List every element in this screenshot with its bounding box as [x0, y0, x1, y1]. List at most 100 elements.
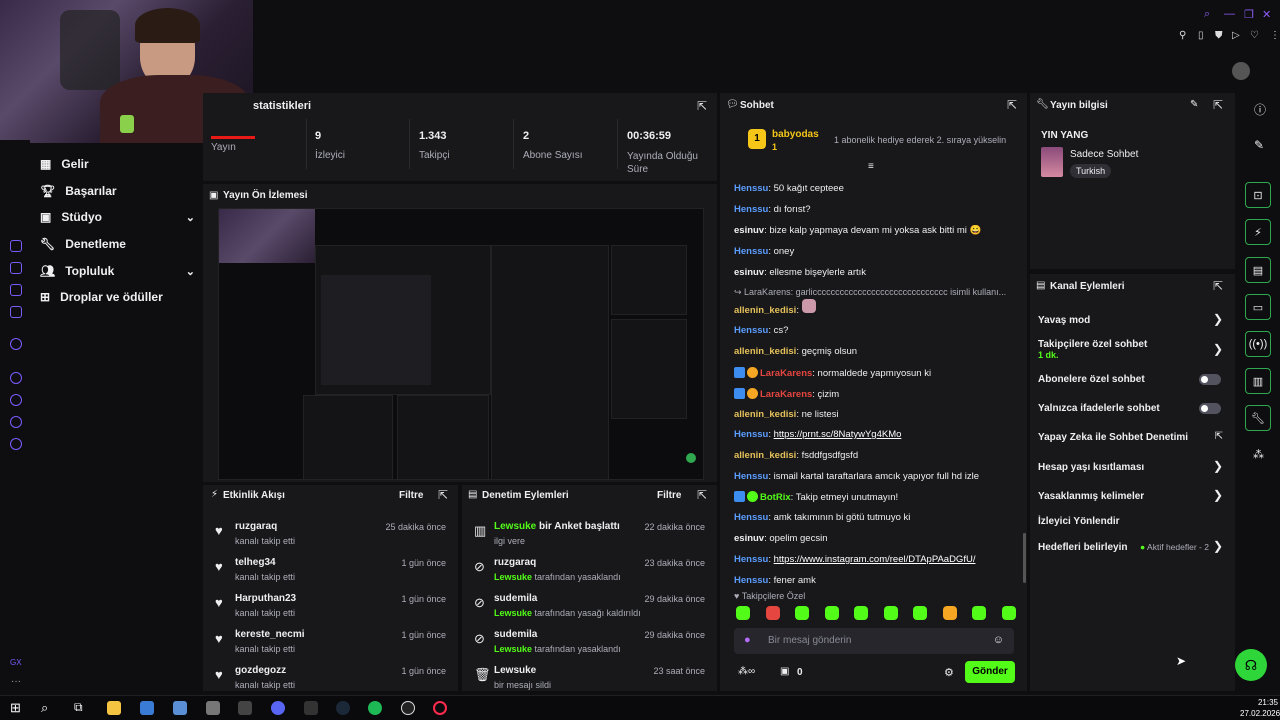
obs-icon[interactable] — [401, 701, 415, 715]
preview-video[interactable] — [218, 208, 704, 480]
search-icon[interactable]: ⌕ — [1204, 8, 1210, 21]
app-icon[interactable] — [238, 701, 252, 715]
nav-item-denetleme[interactable]: 🔧︎ Denetleme — [40, 237, 195, 251]
emoji-icon[interactable]: ☺ — [993, 634, 1004, 646]
chat-input-box[interactable]: ● Bir mesaj gönderin ☺ — [734, 628, 1014, 654]
broadcast-icon[interactable]: ((•)) — [1245, 331, 1271, 357]
bookmark-icon[interactable]: ▯ — [1198, 30, 1204, 41]
emote-icon[interactable] — [913, 606, 928, 620]
spotify-icon[interactable] — [368, 701, 382, 715]
app-icon[interactable] — [206, 701, 220, 715]
edit-icon[interactable]: ✎ — [1190, 99, 1198, 110]
list-item[interactable]: ⊘ sudemila Lewsuke tarafından yasağı kal… — [462, 591, 717, 627]
emote-icon[interactable] — [972, 606, 987, 620]
chat-link[interactable]: https://prnt.sc/8NatywYg4KMo — [774, 429, 902, 440]
opera-gx-icon[interactable] — [433, 701, 447, 715]
more-icon[interactable]: ··· — [11, 676, 21, 687]
rail-icon[interactable] — [10, 438, 22, 450]
banned-words-row[interactable]: Yasaklanmış kelimeler — [1038, 491, 1228, 502]
settings-icon[interactable]: ⚙ — [944, 666, 954, 679]
emote-icon[interactable] — [854, 606, 869, 620]
rail-icon[interactable] — [10, 372, 22, 384]
list-item[interactable]: 🗑︎ Lewsuke bir mesajı sildi 23 saat önce — [462, 663, 717, 699]
pin-icon[interactable]: ≡ — [868, 161, 874, 172]
rail-icon[interactable] — [10, 284, 22, 296]
followers-only-row[interactable]: Takipçilere özel sohbet 1 dk. — [1038, 339, 1228, 361]
expand-icon[interactable]: ⇱ — [1007, 98, 1017, 112]
external-link-icon[interactable]: ⇱ — [1215, 431, 1223, 442]
search-icon[interactable]: ⌕ — [41, 700, 48, 716]
discord-icon[interactable] — [271, 701, 285, 715]
file-explorer-icon[interactable] — [107, 701, 121, 715]
expand-icon[interactable]: ⇱ — [697, 488, 707, 502]
more-icon[interactable]: ⋮ — [1270, 30, 1280, 41]
minimize-icon[interactable]: — — [1224, 8, 1235, 20]
play-icon[interactable]: ▷ — [1232, 30, 1240, 41]
close-icon[interactable]: ✕ — [1262, 8, 1271, 21]
nav-item-droplar[interactable]: ⊞ Droplar ve ödüller — [40, 290, 195, 304]
expand-icon[interactable]: ⇱ — [1213, 98, 1223, 112]
list-item[interactable]: ♥ kereste_necmi kanalı takip etti 1 gün … — [203, 627, 458, 663]
pinned-gifter[interactable]: 1 babyodas 1 1 abonelik hediye ederek 2.… — [748, 127, 1018, 155]
expand-icon[interactable]: ⇱ — [697, 99, 707, 113]
nav-item-gelir[interactable]: ▦ Gelir — [40, 157, 195, 171]
ai-moderation-row[interactable]: Yapay Zeka ile Sohbet Denetimi — [1038, 432, 1228, 443]
list-item[interactable]: ⊘ ruzgaraq Lewsuke tarafından yasaklandı… — [462, 555, 717, 591]
rail-icon[interactable] — [10, 416, 22, 428]
app-icon[interactable] — [173, 701, 187, 715]
list-item[interactable]: ♥ telheg34 kanalı takip etti 1 gün önce — [203, 555, 458, 591]
profile-avatar[interactable] — [1232, 62, 1250, 80]
emotes-only-toggle[interactable] — [1199, 403, 1221, 414]
pin-icon[interactable]: ⚲ — [1179, 30, 1186, 41]
notes-icon[interactable]: ▤ — [1245, 257, 1271, 283]
account-age-row[interactable]: Hesap yaşı kısıtlaması — [1038, 462, 1228, 473]
list-item[interactable]: ♥ Harputhan23 kanalı takip etti 1 gün ön… — [203, 591, 458, 627]
emote-icon[interactable] — [824, 606, 839, 620]
list-item[interactable]: ▥ Lewsuke bir Anket başlattı ilgi vere 2… — [462, 519, 717, 555]
activity-filter-button[interactable]: Filtre — [399, 490, 423, 501]
redirect-viewers-row[interactable]: İzleyici Yönlendir — [1038, 516, 1228, 527]
nav-item-topluluk[interactable]: 👥︎ Topluluk ⌄ — [40, 264, 195, 278]
nav-item-studyo[interactable]: ▣ Stüdyo ⌄ — [40, 210, 195, 224]
wrench-icon[interactable]: 🔧︎ — [1245, 405, 1271, 431]
microphone-icon[interactable]: ● — [744, 634, 751, 646]
lightning-icon[interactable]: ⚡︎ — [1245, 219, 1271, 245]
chat-link[interactable]: https://www.instagram.com/reel/DTApPAaDG… — [774, 554, 976, 565]
expand-icon[interactable]: ⇱ — [1213, 279, 1223, 293]
subscribers-only-toggle[interactable] — [1199, 374, 1221, 385]
gift-icon[interactable]: ▣ — [780, 666, 789, 677]
rail-icon[interactable] — [10, 394, 22, 406]
layout-icon[interactable]: ▥ — [1245, 368, 1271, 394]
rail-icon[interactable] — [10, 338, 22, 350]
community-icon[interactable]: ⁂ — [1253, 448, 1264, 461]
chevron-right-icon[interactable]: ❯ — [1213, 312, 1223, 326]
rail-icon[interactable]: GX — [10, 658, 22, 667]
send-button[interactable]: Gönder — [965, 661, 1015, 683]
steam-icon[interactable] — [336, 701, 350, 715]
rail-icon[interactable] — [10, 240, 22, 252]
chevron-right-icon[interactable]: ❯ — [1213, 539, 1223, 553]
emote-icon[interactable] — [1001, 606, 1016, 620]
points-icon[interactable]: ⁂∞ — [738, 666, 755, 677]
chevron-right-icon[interactable]: ❯ — [1213, 342, 1223, 356]
edit-icon[interactable]: ✎ — [1254, 138, 1264, 152]
app-icon[interactable] — [140, 701, 154, 715]
windows-start-icon[interactable]: ⊞ — [10, 700, 21, 716]
slow-mode-row[interactable]: Yavaş mod — [1038, 315, 1228, 326]
moderation-filter-button[interactable]: Filtre — [657, 490, 681, 501]
list-item[interactable]: ⊘ sudemila Lewsuke tarafından yasaklandı… — [462, 627, 717, 663]
heart-icon[interactable]: ♡ — [1250, 30, 1259, 41]
nav-item-basarilar[interactable]: 🏆︎ Başarılar — [40, 184, 195, 198]
emote-icon[interactable] — [942, 606, 957, 620]
list-item[interactable]: ♥ gozdegozz kanalı takip etti 1 gün önce — [203, 663, 458, 699]
support-button[interactable]: ☊ — [1235, 649, 1267, 681]
chevron-right-icon[interactable]: ❯ — [1213, 459, 1223, 473]
restore-icon[interactable]: ❐ — [1244, 8, 1254, 21]
shield-icon[interactable]: ⛊ — [1215, 30, 1223, 41]
list-item[interactable]: ♥ ruzgaraq kanalı takip etti 25 dakika ö… — [203, 519, 458, 555]
expand-icon[interactable]: ⇱ — [438, 488, 448, 502]
epic-games-icon[interactable] — [304, 701, 318, 715]
chat-scrollbar[interactable] — [1023, 533, 1026, 583]
language-tag[interactable]: Turkish — [1070, 164, 1112, 178]
chat-input[interactable]: Bir mesaj gönderin — [768, 635, 851, 646]
